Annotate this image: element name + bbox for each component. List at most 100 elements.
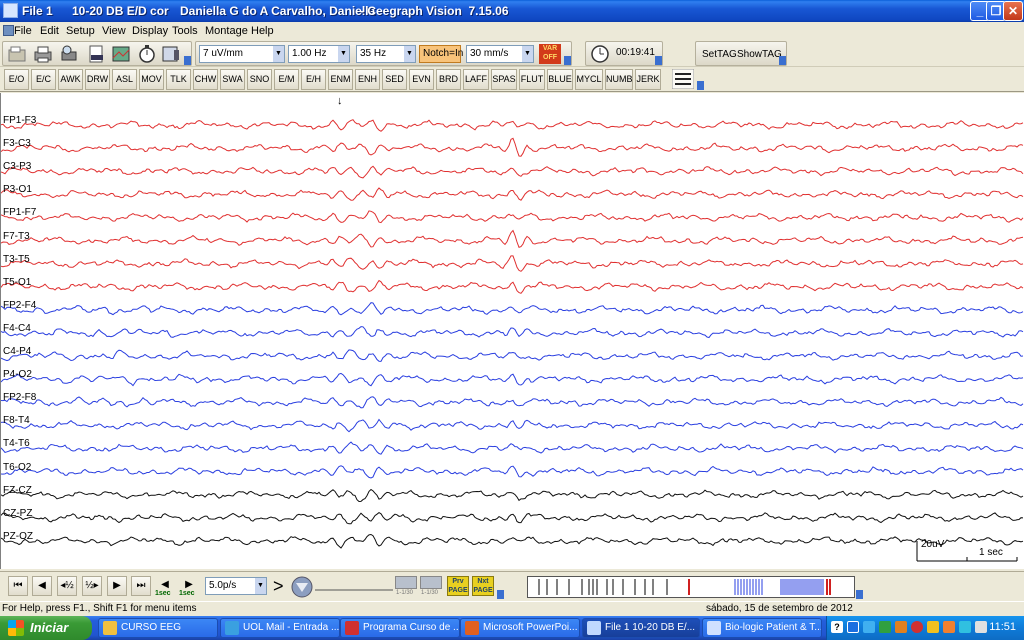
playback-speed-select[interactable]: 5.0p/s ▼ bbox=[205, 577, 267, 595]
stopwatch-icon[interactable] bbox=[137, 44, 157, 64]
event-button-e-m[interactable]: E/M bbox=[274, 69, 299, 90]
event-button-enm[interactable]: ENM bbox=[328, 69, 353, 90]
help-icon[interactable]: ? bbox=[831, 621, 843, 633]
set-tag-button[interactable]: SetTAG bbox=[702, 49, 737, 60]
taskbar-button[interactable]: UOL Mail - Entrada ... bbox=[220, 618, 340, 638]
recording-overview-bar[interactable] bbox=[527, 576, 855, 598]
chevron-down-icon[interactable]: ▼ bbox=[522, 46, 533, 62]
step-back-icon[interactable] bbox=[395, 576, 417, 589]
chevron-down-icon[interactable]: ▼ bbox=[338, 46, 349, 62]
taskbar-button[interactable]: Programa Curso de ... bbox=[340, 618, 460, 638]
close-button[interactable]: ✕ bbox=[1003, 1, 1023, 21]
event-button-brd[interactable]: BRD bbox=[436, 69, 461, 90]
print-preview-icon[interactable] bbox=[59, 44, 79, 64]
title-bar[interactable]: File 1 10-20 DB E/D cor Daniella G do A … bbox=[0, 0, 1024, 22]
show-tag-button[interactable]: ShowTAG bbox=[737, 49, 782, 60]
event-button-laff[interactable]: LAFF bbox=[463, 69, 489, 90]
next-page-button[interactable]: ▶ bbox=[107, 576, 127, 596]
window-patient: Daniella G do A Carvalho, Daniella bbox=[180, 4, 376, 18]
network-icon[interactable] bbox=[863, 621, 875, 633]
event-button-asl[interactable]: ASL bbox=[112, 69, 137, 90]
toolbar-gripper[interactable] bbox=[655, 56, 662, 65]
event-button-blue[interactable]: BLUE bbox=[547, 69, 573, 90]
start-button[interactable]: Iniciar bbox=[0, 616, 92, 640]
paper-speed-select[interactable]: 30 mm/s ▼ bbox=[466, 45, 534, 63]
toolbar-gripper[interactable] bbox=[564, 56, 571, 65]
menu-view[interactable]: View bbox=[102, 25, 126, 37]
event-button-flut[interactable]: FLUT bbox=[519, 69, 545, 90]
high-filter-select[interactable]: 35 Hz ▼ bbox=[356, 45, 416, 63]
menu-setup[interactable]: Setup bbox=[66, 25, 95, 37]
chevron-down-icon[interactable]: ▼ bbox=[404, 46, 415, 62]
video-icon[interactable] bbox=[161, 44, 181, 64]
half-back-button[interactable]: ◂½ bbox=[57, 576, 77, 596]
toolbar-gripper[interactable] bbox=[779, 56, 786, 65]
sensitivity-select[interactable]: 7 uV/mm ▼ bbox=[199, 45, 285, 63]
menu-help[interactable]: Help bbox=[251, 25, 274, 37]
toolbar-gripper[interactable] bbox=[184, 56, 191, 65]
mpeg-icon[interactable] bbox=[87, 44, 107, 64]
prev-page-button[interactable]: ◀ bbox=[32, 576, 52, 596]
event-button-e-h[interactable]: E/H bbox=[301, 69, 326, 90]
image-icon[interactable] bbox=[111, 44, 131, 64]
first-page-button[interactable]: ⏮ bbox=[8, 576, 28, 596]
system-menu-icon[interactable] bbox=[3, 25, 14, 36]
event-button-sno[interactable]: SNO bbox=[247, 69, 272, 90]
menu-file[interactable]: File bbox=[14, 25, 32, 37]
firefox-icon[interactable] bbox=[943, 621, 955, 633]
taskbar-button[interactable]: Bio-logic Patient & T... bbox=[702, 618, 822, 638]
event-button-enh[interactable]: ENH bbox=[355, 69, 380, 90]
event-button-mov[interactable]: MOV bbox=[139, 69, 164, 90]
toolbar-gripper[interactable] bbox=[697, 81, 704, 90]
next-page-folder-button[interactable]: Nxt PAGE bbox=[472, 576, 494, 596]
event-button-chw[interactable]: CHW bbox=[193, 69, 218, 90]
event-button-numb[interactable]: NUMB bbox=[605, 69, 633, 90]
toolbar-gripper[interactable] bbox=[497, 590, 504, 599]
chevron-down-icon[interactable]: ▼ bbox=[273, 46, 284, 62]
taskbar-button[interactable]: Microsoft PowerPoi... bbox=[460, 618, 580, 638]
montage-lines-icon[interactable] bbox=[672, 69, 694, 89]
event-button-mycl[interactable]: MYCL bbox=[575, 69, 603, 90]
file-tools-group bbox=[2, 41, 192, 66]
toolbar-gripper[interactable] bbox=[856, 590, 863, 599]
clock-icon[interactable] bbox=[590, 44, 610, 64]
update-icon[interactable] bbox=[895, 621, 907, 633]
event-button-tlk[interactable]: TLK bbox=[166, 69, 191, 90]
eeg-trace-area[interactable]: ↓ FP1-F3 F3-C3 C3-P3 P3-O1 FP1-F7 F7-T3 T3-T5 T… bbox=[0, 93, 1024, 569]
back-icon[interactable] bbox=[847, 621, 859, 633]
chevron-down-icon[interactable]: ▼ bbox=[255, 578, 266, 594]
event-button-jerk[interactable]: JERK bbox=[635, 69, 661, 90]
event-button-e-o[interactable]: E/O bbox=[4, 69, 29, 90]
speed-slider[interactable] bbox=[291, 576, 395, 598]
app-icon[interactable] bbox=[3, 3, 18, 18]
event-button-e-c[interactable]: E/C bbox=[31, 69, 56, 90]
event-button-drw[interactable]: DRW bbox=[85, 69, 110, 90]
notch-toggle[interactable]: Notch=In bbox=[419, 45, 463, 63]
last-page-button[interactable]: ⏭ bbox=[131, 576, 151, 596]
open-icon[interactable] bbox=[7, 44, 27, 64]
usb-icon[interactable] bbox=[959, 621, 971, 633]
menu-montage[interactable]: Montage bbox=[205, 25, 248, 37]
event-button-swa[interactable]: SWA bbox=[220, 69, 245, 90]
event-button-sed[interactable]: SED bbox=[382, 69, 407, 90]
menu-edit[interactable]: Edit bbox=[40, 25, 59, 37]
taskbar-button[interactable]: File 1 10-20 DB E/... bbox=[582, 618, 700, 638]
play-arrow-icon[interactable]: > bbox=[273, 576, 284, 597]
event-button-awk[interactable]: AWK bbox=[58, 69, 83, 90]
step-forward-icon[interactable] bbox=[420, 576, 442, 589]
event-button-evn[interactable]: EVN bbox=[409, 69, 434, 90]
prev-page-folder-button[interactable]: Prv PAGE bbox=[447, 576, 469, 596]
half-forward-button[interactable]: ½▸ bbox=[82, 576, 102, 596]
low-filter-select[interactable]: 1.00 Hz ▼ bbox=[288, 45, 350, 63]
antivirus-icon[interactable] bbox=[911, 621, 923, 633]
shield-icon[interactable] bbox=[927, 621, 939, 633]
task-label: UOL Mail - Entrada ... bbox=[243, 622, 340, 633]
recycle-icon[interactable] bbox=[879, 621, 891, 633]
menu-display[interactable]: Display bbox=[132, 25, 168, 37]
menu-tools[interactable]: Tools bbox=[172, 25, 198, 37]
volume-icon[interactable] bbox=[975, 621, 987, 633]
event-button-spas[interactable]: SPAS bbox=[491, 69, 517, 90]
var-off-button[interactable]: VAR OFF bbox=[539, 44, 561, 64]
print-icon[interactable] bbox=[33, 44, 53, 64]
taskbar-button[interactable]: CURSO EEG bbox=[98, 618, 218, 638]
